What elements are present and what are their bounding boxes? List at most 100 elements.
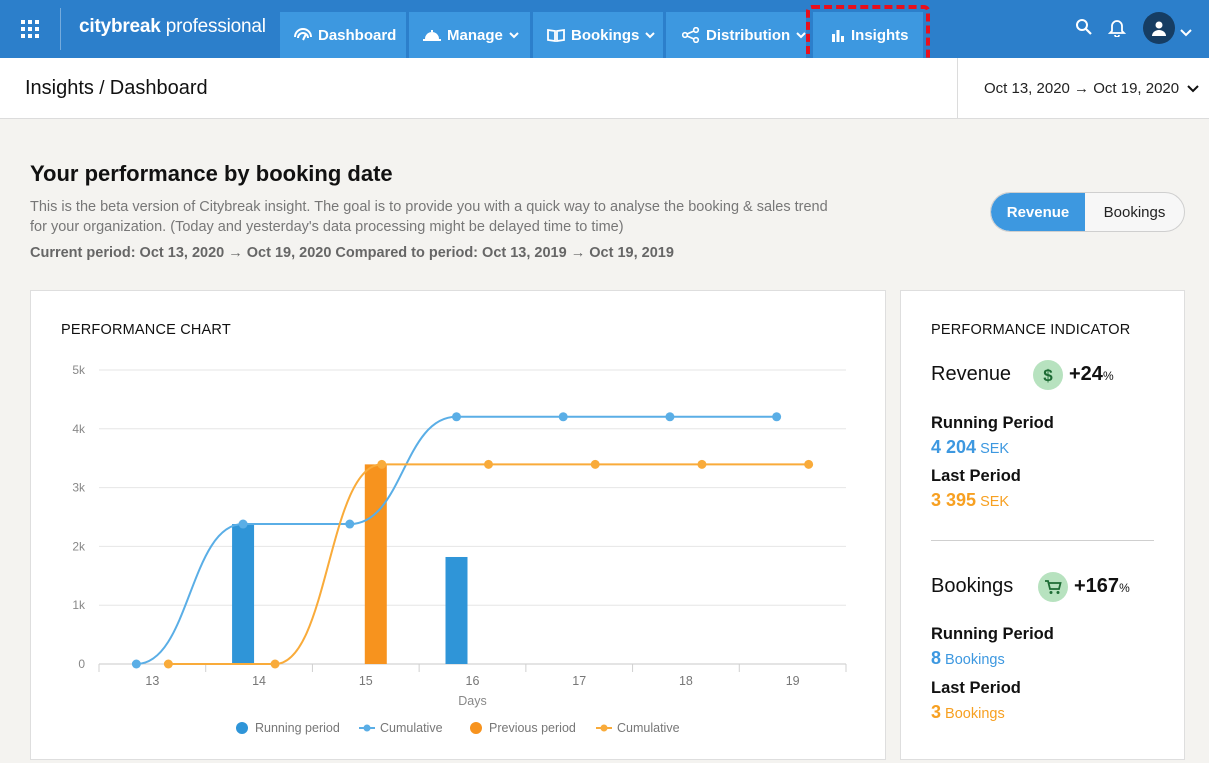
- y-tick-label: 4k: [72, 422, 86, 436]
- svg-text:$: $: [1043, 366, 1053, 384]
- bar-running-period: [232, 524, 255, 664]
- x-tick-label: 17: [572, 674, 586, 688]
- x-axis-label: Days: [458, 694, 486, 708]
- brand-logo[interactable]: citybreak professional: [79, 16, 266, 38]
- revenue-change-unit: %: [1102, 369, 1114, 383]
- legend-label: Previous period: [489, 721, 576, 735]
- bookings-change: +167%: [1074, 575, 1130, 598]
- user-menu-chevron-icon[interactable]: [1180, 24, 1192, 42]
- dollar-icon: $: [1033, 360, 1063, 390]
- revenue-kpi-title: Revenue: [931, 363, 1012, 385]
- x-tick-label: 18: [679, 674, 693, 688]
- revenue-last-unit: SEK: [976, 494, 1010, 510]
- performance-chart: 0 1k 2k 3k 4k 5k 13 14 15 16 17 18 19 Days Running per…: [72, 363, 847, 735]
- cumulative-point: [270, 659, 280, 669]
- legend-marker: [600, 724, 608, 732]
- tab-manage-label: Manage: [447, 26, 503, 44]
- date-range-label: Oct 13, 2020 → Oct 19, 2020: [984, 79, 1180, 97]
- chevron-down-icon: [1187, 84, 1199, 92]
- notification-bell-icon[interactable]: [1107, 18, 1127, 42]
- nav-divider: [60, 8, 61, 50]
- bookings-change-unit: %: [1119, 581, 1130, 595]
- x-tick-label: 13: [145, 674, 159, 688]
- service-bell-icon: [423, 30, 441, 41]
- legend-label: Cumulative: [380, 721, 443, 735]
- period-comparison: Current period: Oct 13, 2020 → Oct 19, 2…: [30, 245, 674, 261]
- revenue-last-amount: 3 395: [931, 490, 977, 510]
- x-tick-label: 15: [359, 674, 373, 688]
- cumulative-point: [163, 659, 173, 669]
- brand-bold: citybreak: [79, 16, 161, 37]
- bookings-change-value: +167: [1074, 575, 1120, 597]
- bookings-running-value: 8 Bookings: [931, 648, 1005, 669]
- cumulative-point: [804, 459, 814, 469]
- performance-indicator-card: PERFORMANCE INDICATOR Revenue $ +24% Run…: [900, 290, 1185, 760]
- cumulative-point: [772, 412, 782, 422]
- section-description: This is the beta version of Citybreak in…: [30, 199, 828, 235]
- cumulative-point: [377, 459, 387, 469]
- bar-previous-period: [364, 464, 387, 664]
- revenue-change: +24%: [1069, 363, 1114, 386]
- revenue-last-value: 3 395 SEK: [931, 490, 1009, 511]
- dashboard-gauge-icon: [294, 28, 312, 41]
- cumulative-line-previous: [168, 463, 809, 665]
- bookings-running-unit: Bookings: [941, 652, 1005, 668]
- user-icon: [1152, 21, 1166, 36]
- cumulative-point: [238, 519, 248, 529]
- user-avatar[interactable]: [1143, 12, 1175, 44]
- revenue-toggle-button[interactable]: Revenue: [991, 193, 1085, 231]
- legend-label: Running period: [255, 721, 340, 735]
- legend-marker: [236, 722, 248, 734]
- breadcrumb-page: Dashboard: [109, 77, 208, 99]
- tab-dashboard-label: Dashboard: [318, 26, 397, 44]
- tab-manage[interactable]: Manage: [409, 12, 530, 58]
- chevron-down-icon: [509, 32, 519, 39]
- apps-menu-button[interactable]: [0, 0, 60, 58]
- brand-light: professional: [160, 16, 266, 37]
- metric-toggle: Revenue Bookings: [990, 192, 1185, 232]
- apps-grid-icon: [21, 20, 39, 38]
- y-tick-label: 3k: [72, 481, 86, 495]
- revenue-running-amount: 4 204: [931, 437, 977, 457]
- revenue-running-label: Running Period: [931, 414, 1054, 432]
- chevron-down-icon: [645, 32, 656, 39]
- tab-bookings[interactable]: Bookings: [533, 12, 663, 58]
- y-tick-label: 5k: [72, 363, 86, 377]
- date-range-picker[interactable]: Oct 13, 2020 → Oct 19, 2020: [957, 58, 1209, 118]
- x-tick-label: 16: [466, 674, 480, 688]
- legend-label: Cumulative: [617, 721, 680, 735]
- cumulative-point: [345, 519, 355, 529]
- bookings-last-amount: 3: [931, 702, 942, 722]
- cumulative-point: [558, 412, 568, 422]
- bookings-last-unit: Bookings: [941, 706, 1005, 722]
- legend-marker: [363, 724, 371, 732]
- page-title: Insights / Dashboard: [25, 77, 208, 100]
- book-icon: [547, 28, 565, 42]
- breadcrumb-separator: /: [93, 78, 110, 99]
- bookings-kpi-title: Bookings: [931, 575, 1014, 597]
- tab-dashboard[interactable]: Dashboard: [280, 12, 406, 58]
- cumulative-point: [665, 412, 675, 422]
- bookings-toggle-button[interactable]: Bookings: [1085, 193, 1184, 231]
- chevron-down-icon: [796, 32, 806, 39]
- x-tick-label: 14: [252, 674, 266, 688]
- cumulative-point: [131, 659, 141, 669]
- top-navigation: citybreak professional Dashboard Manage …: [0, 0, 1209, 68]
- cumulative-point: [452, 412, 461, 422]
- page-header: Insights / Dashboard Oct 13, 2020 → Oct …: [0, 58, 1209, 119]
- revenue-running-value: 4 204 SEK: [931, 437, 1009, 458]
- cumulative-point: [697, 459, 707, 469]
- tab-bookings-label: Bookings: [571, 26, 640, 44]
- search-icon[interactable]: [1075, 18, 1093, 41]
- tab-distribution[interactable]: Distribution: [666, 12, 806, 58]
- revenue-running-unit: SEK: [976, 441, 1010, 457]
- share-nodes-icon: [682, 27, 700, 43]
- bookings-running-amount: 8: [931, 648, 942, 668]
- revenue-change-value: +24: [1069, 363, 1103, 385]
- breadcrumb-section[interactable]: Insights: [25, 77, 94, 99]
- legend-marker: [470, 722, 482, 734]
- bookings-last-label: Last Period: [931, 679, 1021, 697]
- performance-chart-card: PERFORMANCE CHART 0 1k 2k 3k 4k 5k 13 14 15 16 17 1…: [30, 290, 886, 760]
- x-tick-label: 19: [786, 674, 800, 688]
- bar-running-period: [445, 556, 468, 664]
